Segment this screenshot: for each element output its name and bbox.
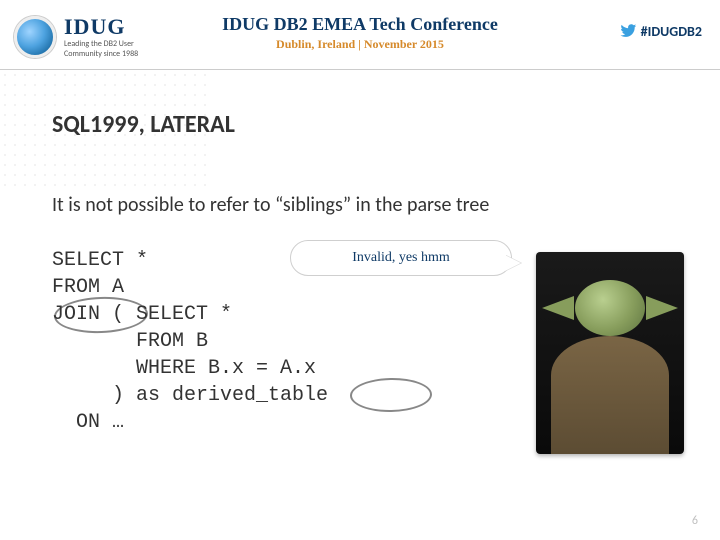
conference-title: IDUG DB2 EMEA Tech Conference <box>0 14 720 35</box>
code-line-6: ) as derived_table <box>52 384 328 407</box>
slide-header: IDUG Leading the DB2 User Community sinc… <box>0 0 720 70</box>
twitter-icon <box>619 22 637 40</box>
code-line-7: ON … <box>52 411 124 434</box>
code-line-5: WHERE B.x = A.x <box>52 357 316 380</box>
code-line-4: FROM B <box>52 330 208 353</box>
slide-title: SQL1999, LATERAL <box>52 110 720 139</box>
code-line-2: FROM A <box>52 276 124 299</box>
code-line-3: JOIN ( SELECT * <box>52 303 232 326</box>
code-line-1: SELECT * <box>52 249 148 272</box>
slide-body-text: It is not possible to refer to “siblings… <box>52 193 720 217</box>
page-number: 6 <box>692 514 698 528</box>
conference-subtitle: Dublin, Ireland | November 2015 <box>0 37 720 52</box>
code-block: SELECT * FROM A JOIN ( SELECT * FROM B W… <box>52 247 720 436</box>
hashtag: #IDUGDB2 <box>619 22 702 40</box>
hashtag-text: #IDUGDB2 <box>641 23 702 40</box>
header-center: IDUG DB2 EMEA Tech Conference Dublin, Ir… <box>0 14 720 52</box>
slide-content: SQL1999, LATERAL It is not possible to r… <box>0 110 720 436</box>
